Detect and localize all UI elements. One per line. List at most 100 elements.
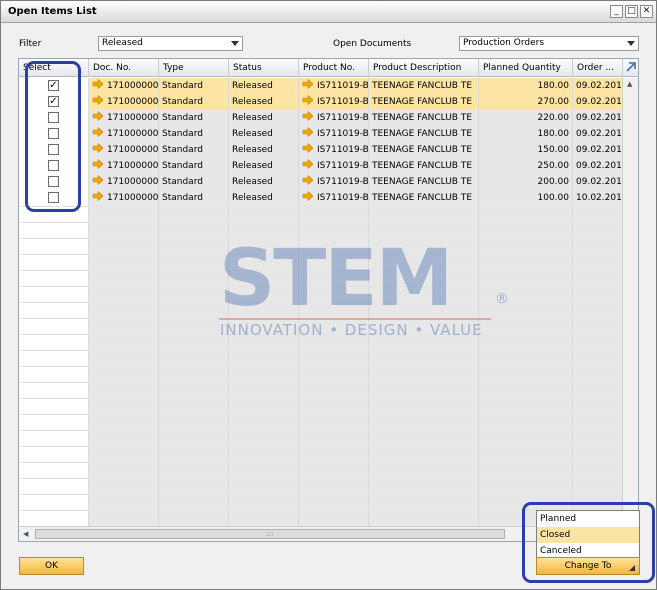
cell-description: TEENAGE FANCLUB TE (369, 158, 479, 174)
column-header-planned-quantity[interactable]: Planned Quantity (479, 59, 573, 77)
link-arrow-icon[interactable] (92, 191, 104, 201)
link-arrow-icon[interactable] (302, 159, 314, 169)
menu-item-closed[interactable]: Closed (537, 527, 639, 543)
cell-description: TEENAGE FANCLUB TE (369, 94, 479, 110)
grid-line (19, 222, 623, 223)
cell-text: 1710000007 (107, 145, 159, 155)
table-row[interactable]: ✓ 1710000002 Standard Released IS711019-BI TE… (19, 94, 623, 110)
select-checkbox[interactable] (48, 176, 59, 187)
cell-doc-no: 1710000005 (89, 174, 159, 190)
link-arrow-icon[interactable] (302, 95, 314, 105)
link-arrow-icon[interactable] (302, 191, 314, 201)
open-documents-select[interactable]: Production Orders (459, 36, 639, 51)
link-arrow-icon[interactable] (302, 127, 314, 137)
cell-type: Standard (159, 110, 229, 126)
scroll-left-icon[interactable]: ◀ (23, 530, 28, 538)
cell-type: Standard (159, 158, 229, 174)
cell-text: IS711019-BI (317, 129, 369, 139)
cell-text: Standard (162, 177, 203, 187)
change-to-menu: Planned Closed Canceled (536, 510, 640, 558)
change-to-label: Change To (564, 561, 612, 571)
horizontal-scroll-thumb[interactable]: ::: (35, 529, 505, 539)
select-checkbox[interactable] (48, 128, 59, 139)
column-header-product-no[interactable]: Product No. (299, 59, 369, 77)
link-arrow-icon[interactable] (92, 175, 104, 185)
table-row[interactable]: 1710000006 Standard Released IS711019-BI TEE… (19, 158, 623, 174)
cell-description: TEENAGE FANCLUB TE (369, 110, 479, 126)
table-row[interactable]: 1710000004 Standard Released IS711019-BI TEE… (19, 126, 623, 142)
cell-text: Standard (162, 145, 203, 155)
cell-description: TEENAGE FANCLUB TE (369, 78, 479, 94)
cell-type: Standard (159, 78, 229, 94)
column-header-doc-no[interactable]: Doc. No. (89, 59, 159, 77)
filter-value: Released (102, 38, 143, 48)
dropdown-corner-icon (629, 565, 635, 571)
cell-order-date: 09.02.2017 (573, 126, 623, 142)
cell-text: TEENAGE FANCLUB TE (372, 193, 473, 203)
filter-label: Filter (19, 39, 42, 49)
cell-text: Released (232, 161, 273, 171)
table-row[interactable]: 1710000008 Standard Released IS711019-BI TEE… (19, 190, 623, 206)
grid-line (19, 254, 623, 255)
select-checkbox[interactable] (48, 192, 59, 203)
link-arrow-icon[interactable] (92, 143, 104, 153)
cell-text: Standard (162, 193, 203, 203)
column-header-type[interactable]: Type (159, 59, 229, 77)
link-arrow-icon[interactable] (302, 143, 314, 153)
table-row[interactable]: 1710000001 Standard Released IS711019-BI TEE… (19, 110, 623, 126)
grid-line (19, 302, 623, 303)
filter-select[interactable]: Released (98, 36, 243, 51)
scroll-up-icon[interactable]: ▲ (627, 80, 632, 88)
vertical-scrollbar[interactable]: ▲ ▼ (622, 78, 638, 526)
link-arrow-icon[interactable] (92, 79, 104, 89)
expand-arrow-icon[interactable] (624, 61, 637, 74)
cell-order-date: 09.02.2017 (573, 158, 623, 174)
column-header-order-date[interactable]: Order ... (573, 59, 623, 77)
select-checkbox[interactable] (48, 144, 59, 155)
cell-product-no: IS711019-BI (299, 78, 369, 94)
cell-description: TEENAGE FANCLUB TE (369, 126, 479, 142)
column-header-select[interactable]: Select (19, 59, 89, 77)
cell-text: Released (232, 97, 273, 107)
minimize-button[interactable]: _ (610, 5, 623, 18)
menu-item-planned[interactable]: Planned (537, 511, 639, 527)
grid-line (19, 510, 623, 511)
select-checkbox[interactable] (48, 160, 59, 171)
grid-line (19, 494, 623, 495)
select-cell: ✓ (19, 94, 89, 110)
link-arrow-icon[interactable] (92, 127, 104, 137)
grid-line (19, 478, 623, 479)
grid-line (19, 318, 623, 319)
table-row[interactable]: 1710000007 Standard Released IS711019-BI TEE… (19, 142, 623, 158)
cell-text: 180.00 (537, 129, 570, 139)
column-header-product-description[interactable]: Product Description (369, 59, 479, 77)
cell-description: TEENAGE FANCLUB TE (369, 190, 479, 206)
column-header-status[interactable]: Status (229, 59, 299, 77)
select-cell (19, 142, 89, 158)
cell-qty: 220.00 (479, 110, 573, 126)
select-checkbox[interactable]: ✓ (48, 96, 59, 107)
link-arrow-icon[interactable] (302, 111, 314, 121)
select-cell (19, 190, 89, 206)
link-arrow-icon[interactable] (92, 111, 104, 121)
link-arrow-icon[interactable] (302, 175, 314, 185)
close-button[interactable]: ✕ (640, 5, 653, 18)
ok-button[interactable]: OK (19, 557, 84, 575)
table-row[interactable]: 1710000005 Standard Released IS711019-BI TEE… (19, 174, 623, 190)
cell-status: Released (229, 174, 299, 190)
select-checkbox[interactable]: ✓ (48, 80, 59, 91)
cell-text: Released (232, 193, 273, 203)
change-to-button[interactable]: Change To (536, 557, 640, 575)
link-arrow-icon[interactable] (92, 95, 104, 105)
link-arrow-icon[interactable] (92, 159, 104, 169)
cell-doc-no: 1710000003 (89, 78, 159, 94)
grid-header: Select Doc. No. Type Status Product No. … (19, 59, 638, 77)
table-row[interactable]: ✓ 1710000003 Standard Released IS711019-BI TE… (19, 78, 623, 94)
maximize-button[interactable]: □ (625, 5, 638, 18)
cell-text: TEENAGE FANCLUB TE (372, 145, 473, 155)
cell-doc-no: 1710000002 (89, 94, 159, 110)
select-checkbox[interactable] (48, 112, 59, 123)
cell-text: 1710000001 (107, 113, 159, 123)
link-arrow-icon[interactable] (302, 79, 314, 89)
cell-order-date: 09.02.2017 (573, 174, 623, 190)
